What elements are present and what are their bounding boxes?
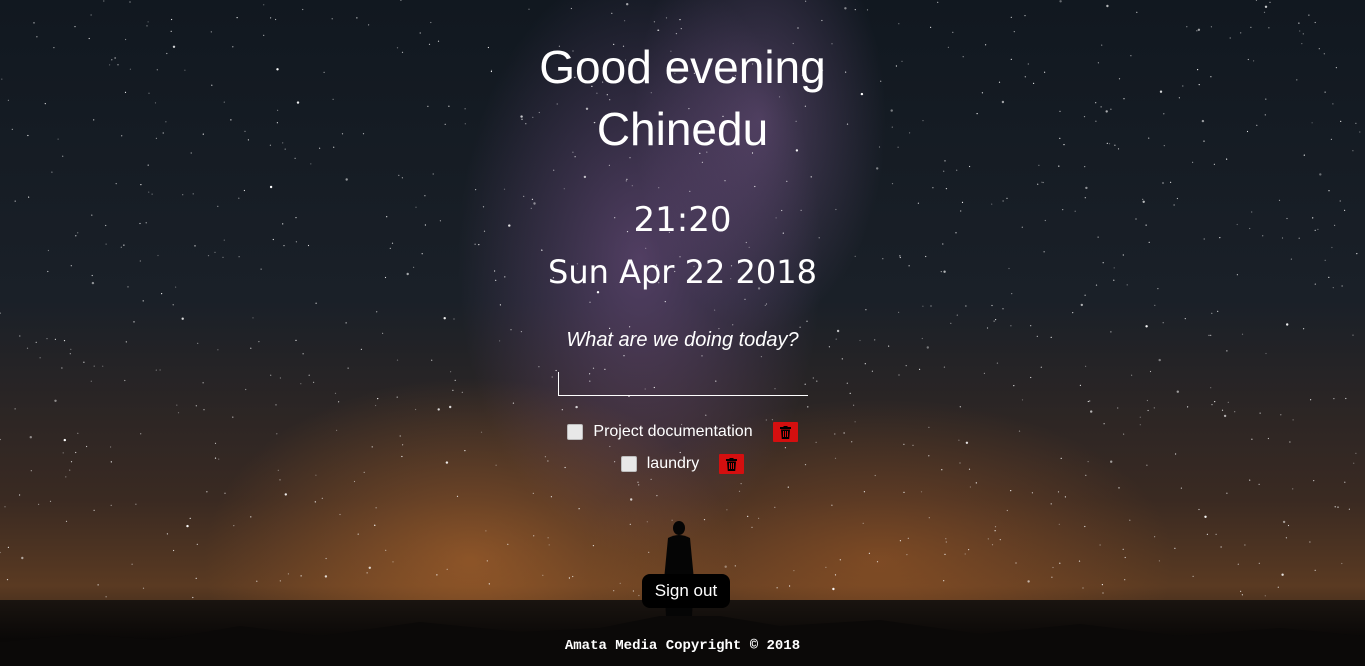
sign-out-button[interactable]: Sign out bbox=[642, 574, 730, 608]
todo-item: Project documentation bbox=[0, 416, 1365, 448]
greeting-line: Good evening bbox=[539, 41, 826, 93]
footer-copyright: Amata Media Copyright © 2018 bbox=[564, 638, 801, 654]
user-name: Chinedu bbox=[596, 103, 769, 155]
todo-item: laundry bbox=[0, 448, 1365, 480]
delete-todo-button[interactable] bbox=[719, 454, 745, 474]
todo-item-text: Project documentation bbox=[593, 423, 753, 440]
todo-prompt: What are we doing today? bbox=[566, 329, 799, 351]
delete-todo-button[interactable] bbox=[772, 422, 798, 442]
todo-checkbox[interactable] bbox=[567, 424, 584, 440]
trash-icon bbox=[779, 425, 791, 439]
todo-list: Project documentation laundry bbox=[0, 416, 1365, 480]
todo-item-text: laundry bbox=[646, 455, 700, 472]
clock-date: Sun Apr 22 2018 bbox=[548, 253, 817, 291]
todo-checkbox[interactable] bbox=[620, 456, 637, 472]
todo-input[interactable] bbox=[558, 372, 808, 396]
clock-time: 21:20 bbox=[633, 200, 732, 240]
greeting-heading: Good evening Chinedu bbox=[0, 36, 1365, 160]
trash-icon bbox=[726, 457, 738, 471]
